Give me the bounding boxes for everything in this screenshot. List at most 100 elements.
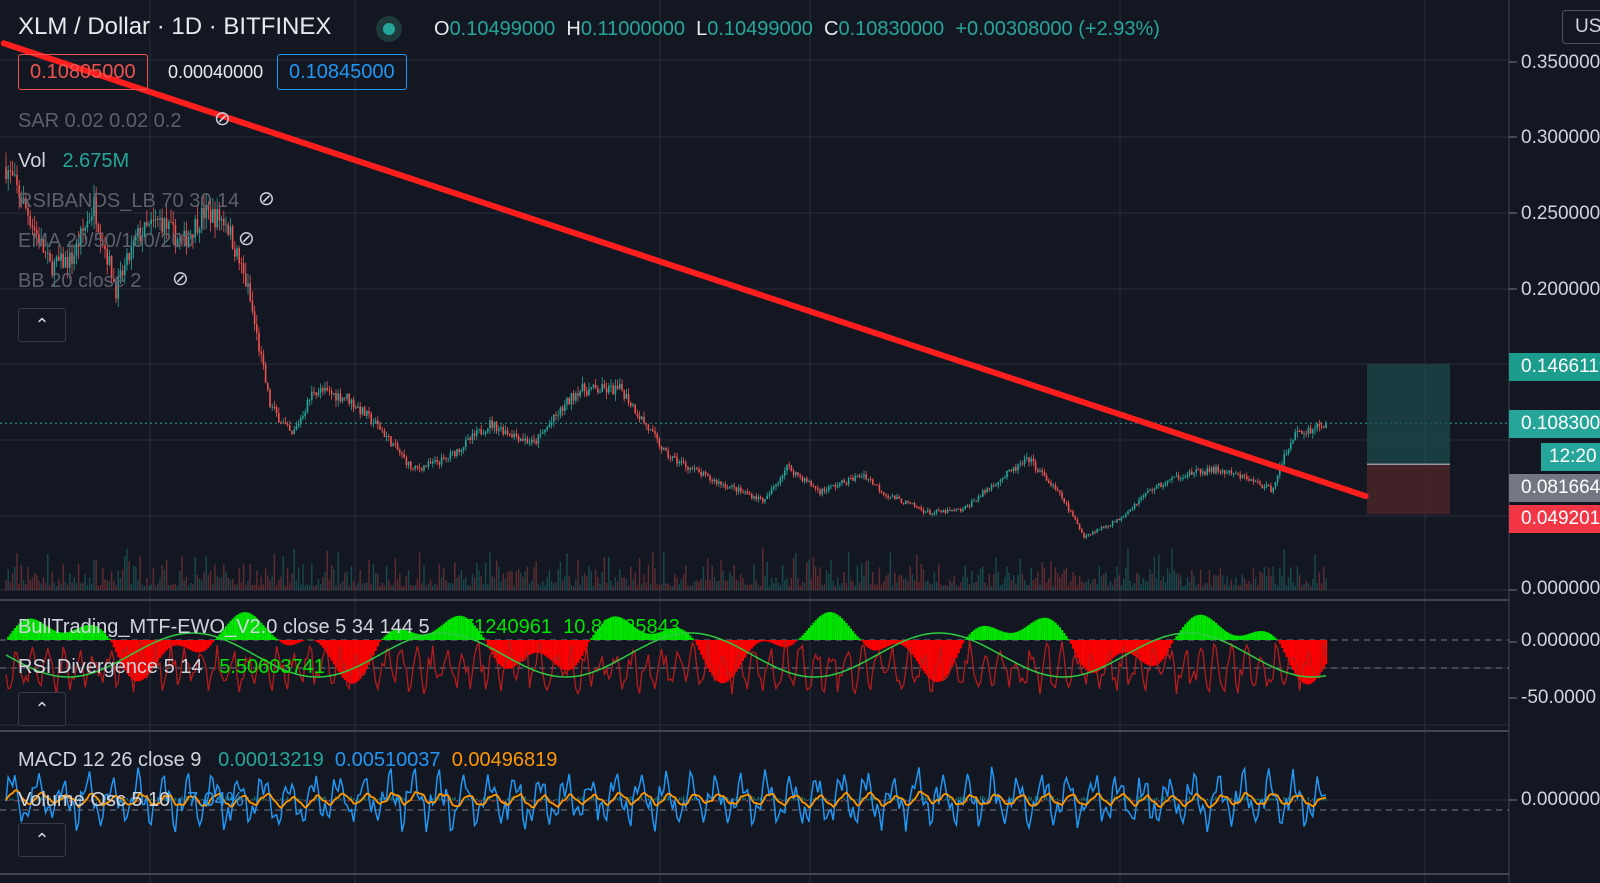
candle-body	[377, 420, 379, 425]
macd-histogram-bar	[955, 798, 958, 801]
buy-button[interactable]: 0.10845000	[277, 54, 407, 90]
candle-body	[86, 221, 89, 228]
trendline[interactable]	[0, 40, 1369, 500]
candle-body	[619, 383, 621, 389]
ewo-bar	[189, 640, 192, 651]
macd-legend[interactable]: MACD 12 26 close 9 0.00013219 0.00510037…	[18, 749, 557, 772]
volume-bar	[1089, 583, 1092, 590]
candle-body	[245, 273, 247, 287]
sar-legend[interactable]: SAR 0.02 0.02 0.2	[18, 110, 181, 133]
ewo-bar	[546, 640, 549, 658]
volume-bar	[1259, 571, 1261, 590]
candle-body	[1120, 517, 1123, 521]
symbol-title[interactable]: XLM / Dollar · 1D · BITFINEX	[18, 13, 331, 41]
eye-hidden-icon[interactable]: ⊘	[238, 226, 255, 251]
ewo-bar	[1076, 640, 1079, 658]
volume-bar	[143, 585, 146, 590]
candle-body	[669, 457, 672, 459]
macd-histogram-bar	[1041, 800, 1043, 803]
volume-bar	[795, 552, 797, 590]
volume-bar	[872, 571, 874, 590]
volume-bar	[1004, 576, 1006, 590]
ewo-bar	[196, 640, 199, 653]
sell-button[interactable]: 0.10805000	[18, 54, 148, 90]
volume-bar	[533, 567, 535, 590]
volume-bar	[645, 582, 647, 590]
macd-label: MACD 12 26 close 9	[18, 749, 202, 771]
rsibands-legend[interactable]: RSIBANDS_LB 70 30 14	[18, 190, 239, 213]
volume-bar	[1283, 549, 1285, 590]
volume-bar	[1032, 579, 1035, 590]
volume-bar	[1067, 585, 1070, 590]
macd-histogram-bar	[1270, 798, 1272, 801]
currency-button[interactable]: USD	[1562, 10, 1600, 44]
ewo-bar	[178, 640, 181, 646]
bb-legend[interactable]: BB 20 close 2	[18, 270, 141, 293]
macd-histogram-bar	[993, 799, 995, 801]
rsi-divergence-legend[interactable]: RSI Divergence 5 14 5.50603741	[18, 656, 325, 679]
candle-body	[746, 491, 749, 494]
eye-hidden-icon[interactable]: ⊘	[258, 186, 275, 211]
candle-body	[1228, 470, 1230, 473]
eye-hidden-icon[interactable]: ⊘	[214, 106, 231, 131]
ewo-bar	[946, 640, 949, 675]
ewo-legend[interactable]: BullTrading_MTF-EWO_V2.0 close 5 34 144 …	[18, 616, 680, 639]
volume-bar	[702, 566, 705, 590]
volume-bar	[1296, 566, 1299, 590]
ewo-bar	[528, 640, 531, 655]
candle-body	[988, 488, 991, 490]
collapse-pane3-button[interactable]: ⌃	[18, 823, 66, 857]
volume-bar	[913, 580, 916, 590]
volume-bar	[1204, 582, 1206, 590]
volume-bar	[27, 566, 29, 590]
ewo-bar	[1006, 632, 1009, 640]
candle-body	[773, 486, 775, 489]
volume-bar	[817, 575, 819, 590]
eye-hidden-icon[interactable]: ⊘	[172, 266, 189, 291]
volume-bar	[944, 585, 947, 590]
ewo-bar	[280, 640, 283, 643]
volume-bar	[159, 577, 161, 590]
candle-body	[460, 449, 463, 452]
volume-bar	[1235, 577, 1237, 590]
candle-body	[718, 481, 720, 484]
volume-bar	[1325, 578, 1327, 590]
ewo-bar	[814, 620, 817, 640]
volume-bar	[1312, 578, 1314, 590]
volume-bar	[377, 573, 379, 590]
spread-value: 0.00040000	[168, 62, 264, 82]
volume-bar	[854, 585, 856, 590]
collapse-pane2-button[interactable]: ⌃	[18, 692, 66, 726]
volume-bar	[559, 561, 562, 590]
collapse-legend-button[interactable]: ⌃	[18, 308, 66, 342]
volume-bar	[500, 581, 502, 590]
ewo-bar	[973, 630, 976, 640]
candle-body	[817, 488, 819, 490]
macd-histogram-bar	[581, 796, 584, 801]
ewo-bar	[1142, 640, 1145, 663]
candle-body	[1268, 484, 1270, 487]
macd-histogram-bar	[647, 797, 650, 801]
volume-bar	[658, 585, 661, 590]
volume-osc-legend[interactable]: Volume Osc 5 10 7.04%	[18, 789, 244, 812]
volume-bar	[49, 585, 51, 590]
candle-body	[469, 437, 471, 440]
volume-bar	[1213, 574, 1215, 590]
candle-body	[348, 393, 350, 404]
volume-bar	[1250, 583, 1252, 590]
candle-body	[843, 480, 845, 483]
candle-body	[1294, 432, 1296, 441]
vol-legend[interactable]: Vol 2.675M	[18, 150, 129, 173]
long-position-tool[interactable]	[1367, 364, 1450, 515]
candle-body	[819, 489, 821, 495]
candle-body	[762, 498, 764, 502]
candle-body	[506, 430, 509, 434]
candle-body	[1072, 511, 1074, 517]
candle-body	[260, 351, 262, 354]
ewo-bar	[687, 633, 690, 640]
volume-bar	[66, 584, 69, 590]
volume-bar	[170, 585, 172, 590]
ewo-bar	[192, 640, 195, 652]
ema-legend[interactable]: EMA 20/50/100/200	[18, 230, 194, 253]
candle-body	[225, 224, 227, 226]
